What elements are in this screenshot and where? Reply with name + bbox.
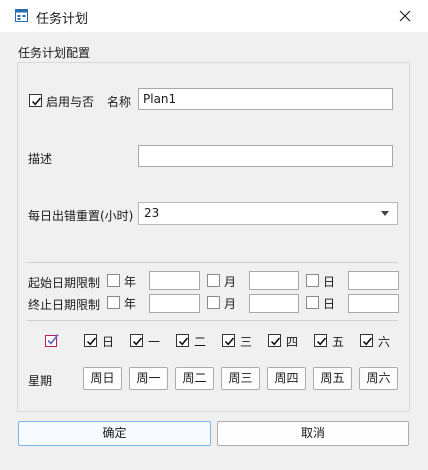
check-icon bbox=[86, 337, 97, 346]
weekday-mon-checkbox[interactable] bbox=[130, 334, 143, 347]
chevron-down-icon bbox=[381, 211, 389, 216]
end-day-checkbox[interactable] bbox=[306, 296, 319, 309]
description-label: 描述 bbox=[28, 152, 53, 166]
end-month-label: 月 bbox=[224, 297, 237, 311]
weekday-sat-label: 六 bbox=[378, 335, 391, 349]
check-icon bbox=[316, 337, 327, 346]
start-day-checkbox[interactable] bbox=[306, 274, 319, 287]
weekday-sun-checkbox[interactable] bbox=[84, 334, 97, 347]
check-icon bbox=[270, 337, 281, 346]
end-year-input[interactable] bbox=[149, 294, 200, 313]
end-month-checkbox[interactable] bbox=[207, 296, 220, 309]
weekday-sat-checkbox[interactable] bbox=[360, 334, 373, 347]
cancel-button[interactable]: 取消 bbox=[217, 421, 409, 446]
daily-reset-select[interactable]: 23 bbox=[138, 202, 398, 225]
enable-checkbox[interactable] bbox=[29, 94, 42, 107]
start-month-label: 月 bbox=[224, 275, 237, 289]
close-icon bbox=[399, 10, 411, 22]
name-label: 名称 bbox=[107, 95, 132, 109]
weekday-mon-label: 一 bbox=[148, 335, 161, 349]
weekday-wed-label: 三 bbox=[240, 335, 253, 349]
start-year-input[interactable] bbox=[149, 271, 200, 290]
name-input[interactable] bbox=[138, 88, 393, 110]
description-input[interactable] bbox=[138, 145, 393, 167]
weekday-fri-label: 五 bbox=[332, 335, 345, 349]
start-month-input[interactable] bbox=[249, 271, 299, 290]
weekday-tue-label: 二 bbox=[194, 335, 207, 349]
enable-label: 启用与否 bbox=[46, 95, 95, 109]
end-year-label: 年 bbox=[124, 297, 137, 311]
end-limit-label: 终止日期限制 bbox=[28, 298, 101, 312]
start-limit-label: 起始日期限制 bbox=[28, 276, 101, 290]
check-icon bbox=[178, 337, 189, 346]
start-day-input[interactable] bbox=[348, 271, 399, 290]
close-button[interactable] bbox=[382, 0, 428, 32]
end-day-label: 日 bbox=[323, 297, 336, 311]
separator bbox=[27, 262, 398, 263]
group-title: 任务计划配置 bbox=[18, 46, 91, 60]
start-year-checkbox[interactable] bbox=[107, 274, 120, 287]
check-icon bbox=[362, 337, 373, 346]
weekday-thu-label: 四 bbox=[286, 335, 299, 349]
separator bbox=[27, 320, 398, 321]
end-month-input[interactable] bbox=[249, 294, 299, 313]
daily-reset-value: 23 bbox=[144, 206, 160, 220]
check-icon bbox=[31, 97, 42, 106]
daily-reset-label: 每日出错重置(小时) bbox=[28, 209, 134, 223]
weekday-thu-checkbox[interactable] bbox=[268, 334, 281, 347]
end-day-input[interactable] bbox=[348, 294, 399, 313]
ok-button[interactable]: 确定 bbox=[18, 421, 211, 446]
window-title: 任务计划 bbox=[36, 12, 89, 27]
title-bar: 任务计划 bbox=[0, 0, 428, 32]
weekday-sun-label: 日 bbox=[102, 335, 115, 349]
start-day-label: 日 bbox=[323, 275, 336, 289]
weekday-tue-checkbox[interactable] bbox=[176, 334, 189, 347]
week-tue-button[interactable]: 周二 bbox=[175, 367, 214, 390]
app-icon bbox=[15, 9, 28, 22]
weekday-wed-checkbox[interactable] bbox=[222, 334, 235, 347]
check-icon bbox=[132, 337, 143, 346]
week-thu-button[interactable]: 周四 bbox=[267, 367, 306, 390]
start-month-checkbox[interactable] bbox=[207, 274, 220, 287]
week-sat-button[interactable]: 周六 bbox=[359, 367, 398, 390]
config-group-box bbox=[17, 62, 410, 412]
weekday-fri-checkbox[interactable] bbox=[314, 334, 327, 347]
end-year-checkbox[interactable] bbox=[107, 296, 120, 309]
check-icon bbox=[224, 337, 235, 346]
week-fri-button[interactable]: 周五 bbox=[313, 367, 352, 390]
week-wed-button[interactable]: 周三 bbox=[221, 367, 260, 390]
week-mon-button[interactable]: 周一 bbox=[129, 367, 168, 390]
select-all-icon[interactable] bbox=[45, 333, 59, 347]
start-year-label: 年 bbox=[124, 275, 137, 289]
week-sun-button[interactable]: 周日 bbox=[83, 367, 122, 390]
week-label: 星期 bbox=[28, 374, 53, 388]
